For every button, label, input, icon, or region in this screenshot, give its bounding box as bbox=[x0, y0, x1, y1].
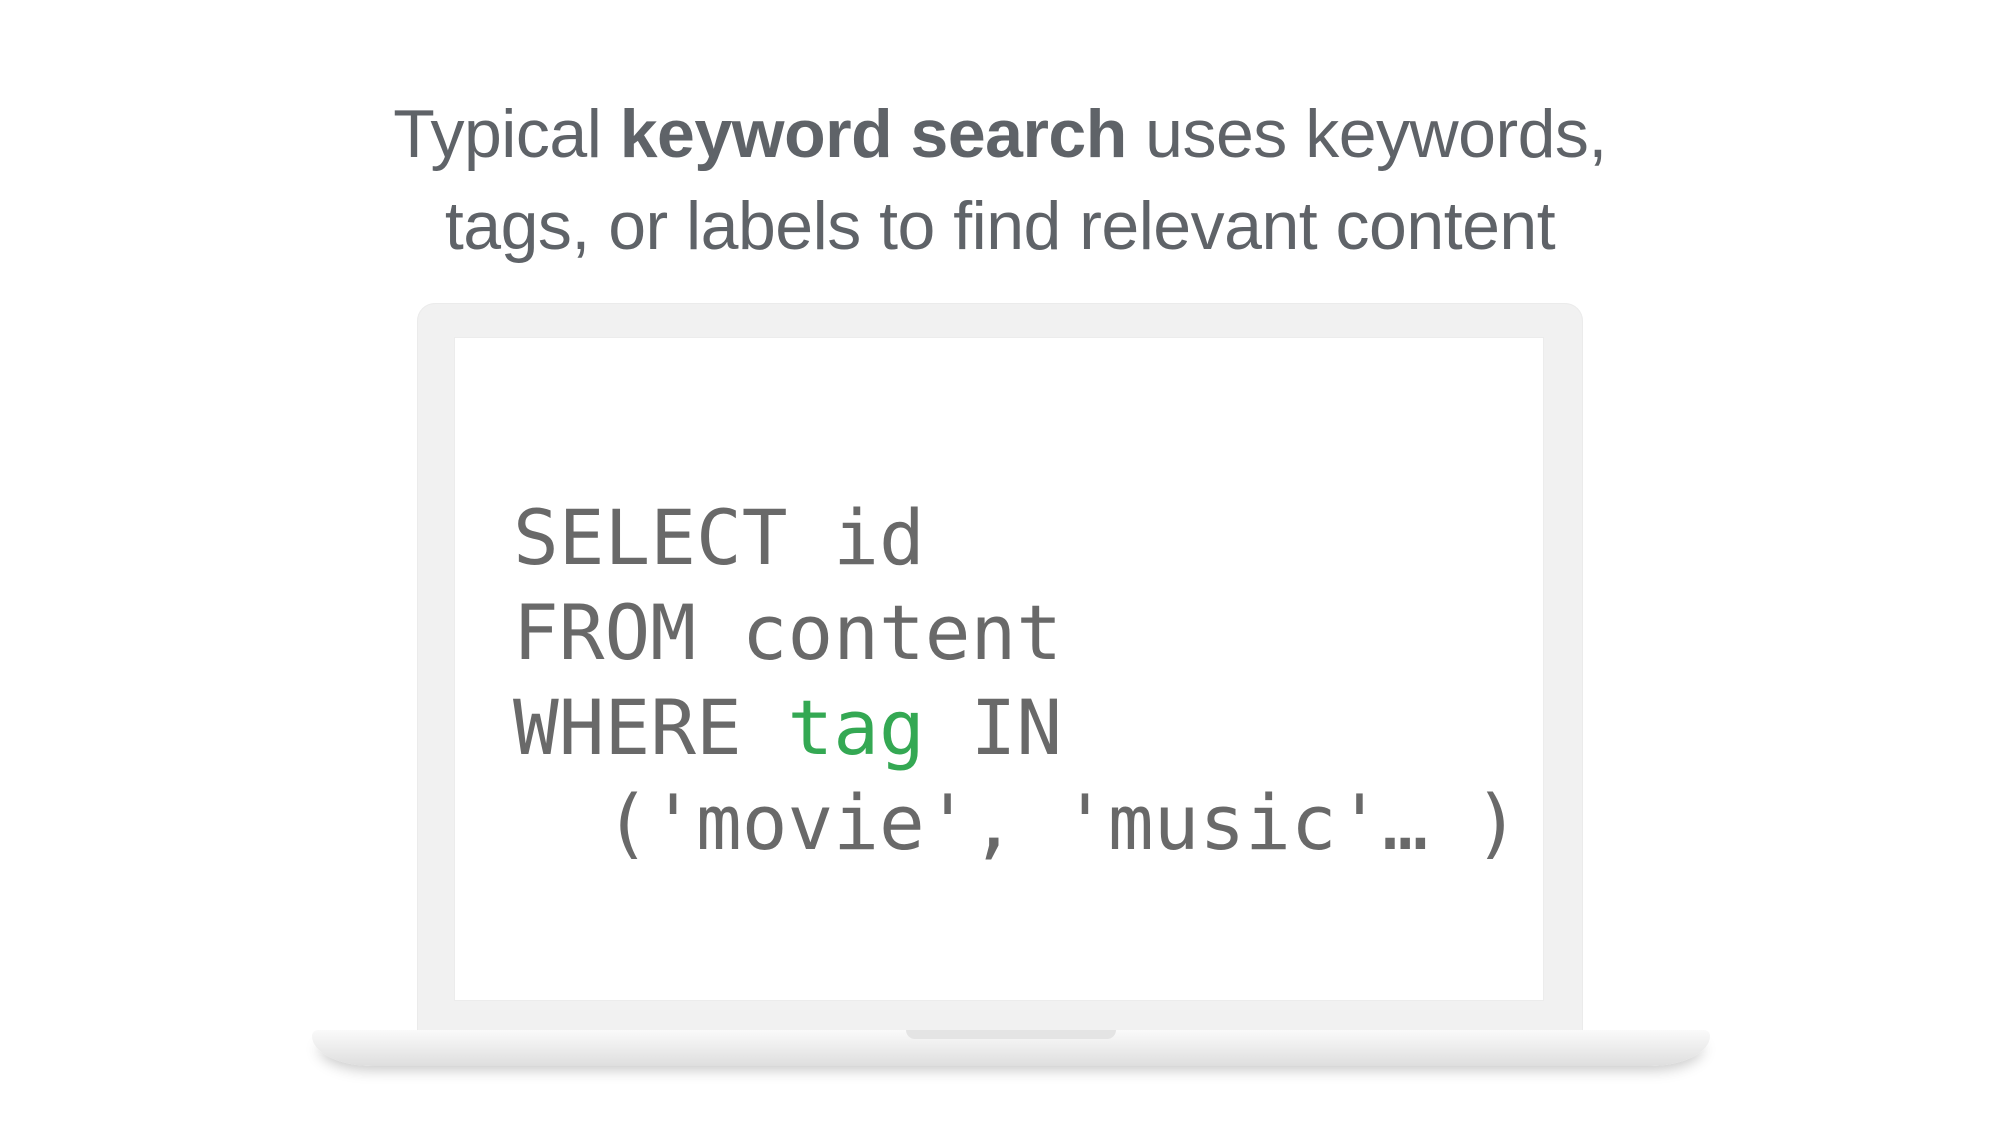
code-line-3-post: IN bbox=[924, 683, 1063, 772]
headline-line-1-pre: Typical bbox=[393, 96, 620, 172]
code-line-2: FROM content bbox=[513, 588, 1063, 677]
headline-line-1: Typical keyword search uses keywords, bbox=[0, 88, 2000, 180]
headline: Typical keyword search uses keywords, ta… bbox=[0, 88, 2000, 272]
code-highlight-tag: tag bbox=[787, 683, 925, 772]
code-line-3-pre: WHERE bbox=[513, 683, 788, 772]
headline-bold-phrase: keyword search bbox=[619, 96, 1128, 172]
code-line-3: WHERE tag IN bbox=[513, 683, 1062, 772]
laptop-base bbox=[312, 1030, 1710, 1066]
headline-line-2: tags, or labels to find relevant content bbox=[444, 188, 1556, 264]
code-line-1: SELECT id bbox=[513, 493, 925, 582]
code-line-4: ('movie', 'music'… ) bbox=[513, 778, 1520, 867]
laptop-screen: SELECT id FROM content WHERE tag IN ('mo… bbox=[455, 338, 1543, 1000]
laptop-lid: SELECT id FROM content WHERE tag IN ('mo… bbox=[417, 303, 1583, 1038]
laptop-base-notch bbox=[906, 1030, 1116, 1039]
sql-code-block: SELECT id FROM content WHERE tag IN ('mo… bbox=[513, 490, 1520, 870]
headline-line-1-post: uses keywords, bbox=[1126, 96, 1607, 172]
